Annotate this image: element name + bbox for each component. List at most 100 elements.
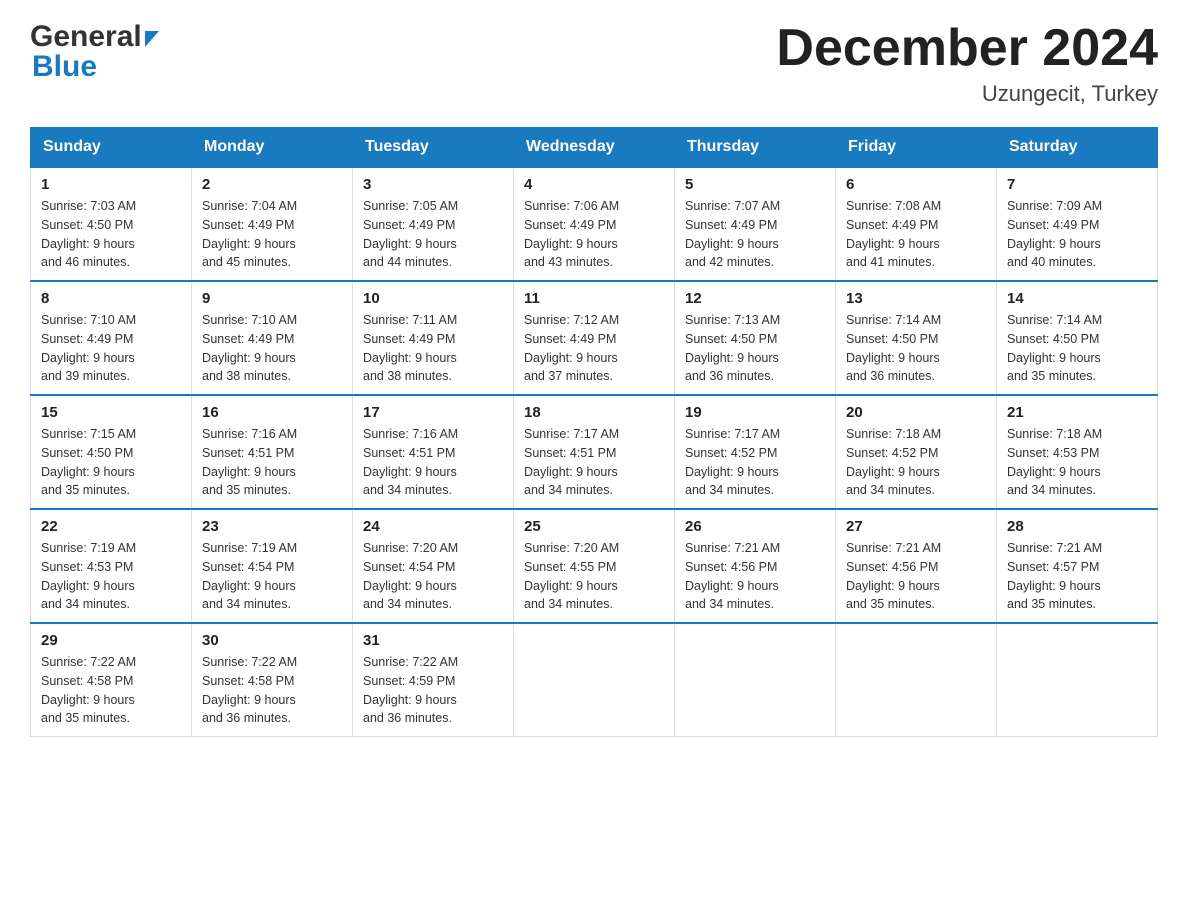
calendar-cell: 7 Sunrise: 7:09 AM Sunset: 4:49 PM Dayli… bbox=[997, 167, 1158, 281]
calendar-cell: 13 Sunrise: 7:14 AM Sunset: 4:50 PM Dayl… bbox=[836, 281, 997, 395]
day-number: 29 bbox=[41, 632, 181, 649]
calendar-cell: 23 Sunrise: 7:19 AM Sunset: 4:54 PM Dayl… bbox=[192, 509, 353, 623]
calendar-cell: 27 Sunrise: 7:21 AM Sunset: 4:56 PM Dayl… bbox=[836, 509, 997, 623]
calendar-cell: 5 Sunrise: 7:07 AM Sunset: 4:49 PM Dayli… bbox=[675, 167, 836, 281]
calendar-cell: 25 Sunrise: 7:20 AM Sunset: 4:55 PM Dayl… bbox=[514, 509, 675, 623]
weekday-header-tuesday: Tuesday bbox=[353, 128, 514, 168]
day-info: Sunrise: 7:21 AM Sunset: 4:56 PM Dayligh… bbox=[846, 539, 986, 614]
calendar-cell: 30 Sunrise: 7:22 AM Sunset: 4:58 PM Dayl… bbox=[192, 623, 353, 737]
day-info: Sunrise: 7:14 AM Sunset: 4:50 PM Dayligh… bbox=[846, 311, 986, 386]
calendar-cell bbox=[836, 623, 997, 737]
day-number: 8 bbox=[41, 290, 181, 307]
day-number: 15 bbox=[41, 404, 181, 421]
day-info: Sunrise: 7:21 AM Sunset: 4:56 PM Dayligh… bbox=[685, 539, 825, 614]
day-info: Sunrise: 7:12 AM Sunset: 4:49 PM Dayligh… bbox=[524, 311, 664, 386]
day-number: 1 bbox=[41, 176, 181, 193]
calendar-cell: 28 Sunrise: 7:21 AM Sunset: 4:57 PM Dayl… bbox=[997, 509, 1158, 623]
location-title: Uzungecit, Turkey bbox=[776, 81, 1158, 107]
day-info: Sunrise: 7:05 AM Sunset: 4:49 PM Dayligh… bbox=[363, 197, 503, 272]
day-number: 17 bbox=[363, 404, 503, 421]
calendar-cell: 31 Sunrise: 7:22 AM Sunset: 4:59 PM Dayl… bbox=[353, 623, 514, 737]
logo-row1: General bbox=[30, 20, 159, 54]
weekday-header-sunday: Sunday bbox=[31, 128, 192, 168]
weekday-header-saturday: Saturday bbox=[997, 128, 1158, 168]
week-row-2: 8 Sunrise: 7:10 AM Sunset: 4:49 PM Dayli… bbox=[31, 281, 1158, 395]
calendar-cell: 2 Sunrise: 7:04 AM Sunset: 4:49 PM Dayli… bbox=[192, 167, 353, 281]
day-number: 10 bbox=[363, 290, 503, 307]
day-number: 13 bbox=[846, 290, 986, 307]
month-title: December 2024 bbox=[776, 20, 1158, 77]
calendar-cell: 11 Sunrise: 7:12 AM Sunset: 4:49 PM Dayl… bbox=[514, 281, 675, 395]
calendar-table: SundayMondayTuesdayWednesdayThursdayFrid… bbox=[30, 127, 1158, 737]
calendar-cell: 8 Sunrise: 7:10 AM Sunset: 4:49 PM Dayli… bbox=[31, 281, 192, 395]
day-number: 16 bbox=[202, 404, 342, 421]
calendar-cell: 26 Sunrise: 7:21 AM Sunset: 4:56 PM Dayl… bbox=[675, 509, 836, 623]
day-info: Sunrise: 7:10 AM Sunset: 4:49 PM Dayligh… bbox=[202, 311, 342, 386]
calendar-cell: 18 Sunrise: 7:17 AM Sunset: 4:51 PM Dayl… bbox=[514, 395, 675, 509]
calendar-cell: 24 Sunrise: 7:20 AM Sunset: 4:54 PM Dayl… bbox=[353, 509, 514, 623]
day-number: 4 bbox=[524, 176, 664, 193]
week-row-3: 15 Sunrise: 7:15 AM Sunset: 4:50 PM Dayl… bbox=[31, 395, 1158, 509]
day-info: Sunrise: 7:11 AM Sunset: 4:49 PM Dayligh… bbox=[363, 311, 503, 386]
week-row-4: 22 Sunrise: 7:19 AM Sunset: 4:53 PM Dayl… bbox=[31, 509, 1158, 623]
calendar-cell bbox=[675, 623, 836, 737]
day-number: 31 bbox=[363, 632, 503, 649]
day-number: 27 bbox=[846, 518, 986, 535]
week-row-5: 29 Sunrise: 7:22 AM Sunset: 4:58 PM Dayl… bbox=[31, 623, 1158, 737]
weekday-header-wednesday: Wednesday bbox=[514, 128, 675, 168]
day-number: 3 bbox=[363, 176, 503, 193]
day-number: 26 bbox=[685, 518, 825, 535]
logo: General Blue bbox=[30, 20, 159, 84]
day-number: 24 bbox=[363, 518, 503, 535]
day-number: 30 bbox=[202, 632, 342, 649]
weekday-header-friday: Friday bbox=[836, 128, 997, 168]
day-number: 2 bbox=[202, 176, 342, 193]
calendar-cell bbox=[997, 623, 1158, 737]
day-info: Sunrise: 7:22 AM Sunset: 4:58 PM Dayligh… bbox=[202, 653, 342, 728]
day-number: 5 bbox=[685, 176, 825, 193]
day-number: 28 bbox=[1007, 518, 1147, 535]
calendar-cell: 12 Sunrise: 7:13 AM Sunset: 4:50 PM Dayl… bbox=[675, 281, 836, 395]
calendar-cell: 9 Sunrise: 7:10 AM Sunset: 4:49 PM Dayli… bbox=[192, 281, 353, 395]
day-info: Sunrise: 7:06 AM Sunset: 4:49 PM Dayligh… bbox=[524, 197, 664, 272]
calendar-cell: 10 Sunrise: 7:11 AM Sunset: 4:49 PM Dayl… bbox=[353, 281, 514, 395]
day-info: Sunrise: 7:16 AM Sunset: 4:51 PM Dayligh… bbox=[202, 425, 342, 500]
day-info: Sunrise: 7:15 AM Sunset: 4:50 PM Dayligh… bbox=[41, 425, 181, 500]
day-number: 21 bbox=[1007, 404, 1147, 421]
page-header: General Blue December 2024 Uzungecit, Tu… bbox=[30, 20, 1158, 107]
day-number: 25 bbox=[524, 518, 664, 535]
day-info: Sunrise: 7:09 AM Sunset: 4:49 PM Dayligh… bbox=[1007, 197, 1147, 272]
day-number: 9 bbox=[202, 290, 342, 307]
day-number: 14 bbox=[1007, 290, 1147, 307]
calendar-cell: 29 Sunrise: 7:22 AM Sunset: 4:58 PM Dayl… bbox=[31, 623, 192, 737]
day-number: 19 bbox=[685, 404, 825, 421]
day-info: Sunrise: 7:10 AM Sunset: 4:49 PM Dayligh… bbox=[41, 311, 181, 386]
day-info: Sunrise: 7:07 AM Sunset: 4:49 PM Dayligh… bbox=[685, 197, 825, 272]
day-info: Sunrise: 7:20 AM Sunset: 4:55 PM Dayligh… bbox=[524, 539, 664, 614]
calendar-cell: 20 Sunrise: 7:18 AM Sunset: 4:52 PM Dayl… bbox=[836, 395, 997, 509]
day-number: 18 bbox=[524, 404, 664, 421]
day-info: Sunrise: 7:16 AM Sunset: 4:51 PM Dayligh… bbox=[363, 425, 503, 500]
calendar-cell bbox=[514, 623, 675, 737]
logo-arrow-icon bbox=[145, 31, 159, 47]
weekday-header-thursday: Thursday bbox=[675, 128, 836, 168]
logo-general-text: General bbox=[30, 20, 142, 54]
day-number: 22 bbox=[41, 518, 181, 535]
day-info: Sunrise: 7:20 AM Sunset: 4:54 PM Dayligh… bbox=[363, 539, 503, 614]
calendar-cell: 15 Sunrise: 7:15 AM Sunset: 4:50 PM Dayl… bbox=[31, 395, 192, 509]
day-number: 23 bbox=[202, 518, 342, 535]
calendar-cell: 3 Sunrise: 7:05 AM Sunset: 4:49 PM Dayli… bbox=[353, 167, 514, 281]
day-number: 7 bbox=[1007, 176, 1147, 193]
calendar-cell: 22 Sunrise: 7:19 AM Sunset: 4:53 PM Dayl… bbox=[31, 509, 192, 623]
day-info: Sunrise: 7:13 AM Sunset: 4:50 PM Dayligh… bbox=[685, 311, 825, 386]
day-info: Sunrise: 7:21 AM Sunset: 4:57 PM Dayligh… bbox=[1007, 539, 1147, 614]
weekday-header-row: SundayMondayTuesdayWednesdayThursdayFrid… bbox=[31, 128, 1158, 168]
day-number: 6 bbox=[846, 176, 986, 193]
day-info: Sunrise: 7:22 AM Sunset: 4:58 PM Dayligh… bbox=[41, 653, 181, 728]
calendar-cell: 16 Sunrise: 7:16 AM Sunset: 4:51 PM Dayl… bbox=[192, 395, 353, 509]
calendar-cell: 19 Sunrise: 7:17 AM Sunset: 4:52 PM Dayl… bbox=[675, 395, 836, 509]
calendar-cell: 6 Sunrise: 7:08 AM Sunset: 4:49 PM Dayli… bbox=[836, 167, 997, 281]
day-number: 20 bbox=[846, 404, 986, 421]
day-info: Sunrise: 7:18 AM Sunset: 4:53 PM Dayligh… bbox=[1007, 425, 1147, 500]
calendar-cell: 4 Sunrise: 7:06 AM Sunset: 4:49 PM Dayli… bbox=[514, 167, 675, 281]
